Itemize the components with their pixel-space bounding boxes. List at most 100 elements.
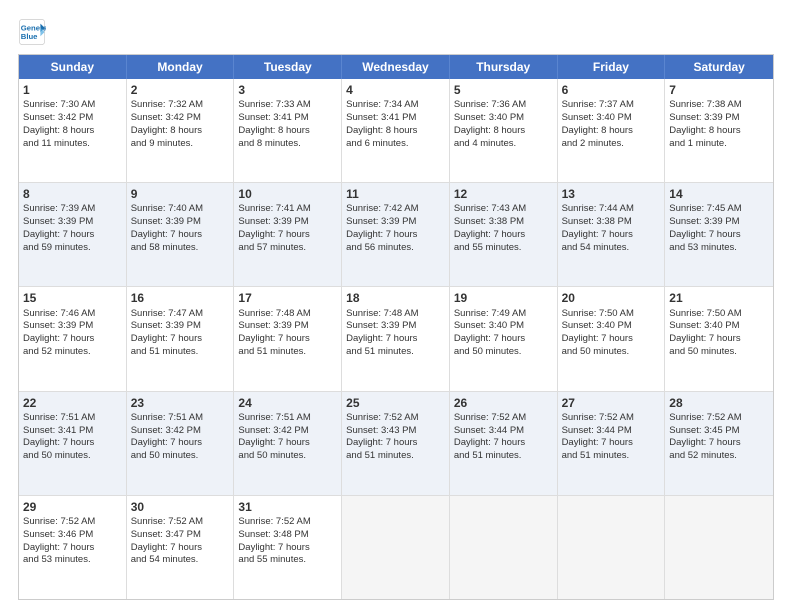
day-info: and 9 minutes.	[131, 138, 230, 151]
cal-week-1: 1Sunrise: 7:30 AMSunset: 3:42 PMDaylight…	[19, 79, 773, 183]
cal-cell: 27Sunrise: 7:52 AMSunset: 3:44 PMDayligh…	[558, 392, 666, 495]
cal-cell: 22Sunrise: 7:51 AMSunset: 3:41 PMDayligh…	[19, 392, 127, 495]
day-info: Sunrise: 7:48 AM	[238, 308, 337, 321]
cal-cell: 29Sunrise: 7:52 AMSunset: 3:46 PMDayligh…	[19, 496, 127, 599]
header: General Blue	[18, 18, 774, 46]
day-info: and 50 minutes.	[23, 450, 122, 463]
day-info: Sunrise: 7:52 AM	[669, 412, 769, 425]
day-number: 7	[669, 82, 769, 98]
day-info: and 58 minutes.	[131, 242, 230, 255]
calendar: SundayMondayTuesdayWednesdayThursdayFrid…	[18, 54, 774, 600]
day-info: Daylight: 8 hours	[238, 125, 337, 138]
day-info: Daylight: 7 hours	[23, 229, 122, 242]
cal-cell: 16Sunrise: 7:47 AMSunset: 3:39 PMDayligh…	[127, 287, 235, 390]
day-info: and 50 minutes.	[562, 346, 661, 359]
day-info: Daylight: 8 hours	[23, 125, 122, 138]
cal-cell: 17Sunrise: 7:48 AMSunset: 3:39 PMDayligh…	[234, 287, 342, 390]
day-info: Sunrise: 7:33 AM	[238, 99, 337, 112]
day-info: and 51 minutes.	[346, 346, 445, 359]
day-info: Sunrise: 7:43 AM	[454, 203, 553, 216]
day-info: Sunrise: 7:50 AM	[669, 308, 769, 321]
day-info: Sunrise: 7:52 AM	[454, 412, 553, 425]
day-number: 20	[562, 290, 661, 306]
day-info: Sunset: 3:39 PM	[131, 320, 230, 333]
day-info: Sunset: 3:39 PM	[131, 216, 230, 229]
cal-cell: 7Sunrise: 7:38 AMSunset: 3:39 PMDaylight…	[665, 79, 773, 182]
day-info: Sunrise: 7:45 AM	[669, 203, 769, 216]
cal-cell	[558, 496, 666, 599]
day-info: Sunset: 3:40 PM	[454, 112, 553, 125]
cal-cell: 1Sunrise: 7:30 AMSunset: 3:42 PMDaylight…	[19, 79, 127, 182]
cal-cell: 14Sunrise: 7:45 AMSunset: 3:39 PMDayligh…	[665, 183, 773, 286]
cal-cell: 9Sunrise: 7:40 AMSunset: 3:39 PMDaylight…	[127, 183, 235, 286]
logo-icon: General Blue	[18, 18, 46, 46]
day-info: Sunset: 3:39 PM	[346, 320, 445, 333]
cal-week-2: 8Sunrise: 7:39 AMSunset: 3:39 PMDaylight…	[19, 183, 773, 287]
day-info: Sunrise: 7:47 AM	[131, 308, 230, 321]
day-info: and 50 minutes.	[669, 346, 769, 359]
day-info: Sunrise: 7:34 AM	[346, 99, 445, 112]
day-info: Sunset: 3:46 PM	[23, 529, 122, 542]
day-info: Sunrise: 7:51 AM	[131, 412, 230, 425]
day-info: Sunset: 3:41 PM	[238, 112, 337, 125]
day-info: and 54 minutes.	[131, 554, 230, 567]
day-info: Daylight: 7 hours	[669, 437, 769, 450]
day-number: 15	[23, 290, 122, 306]
day-info: Daylight: 7 hours	[346, 229, 445, 242]
day-number: 5	[454, 82, 553, 98]
day-info: Daylight: 8 hours	[454, 125, 553, 138]
day-info: Sunrise: 7:36 AM	[454, 99, 553, 112]
day-info: Sunrise: 7:51 AM	[23, 412, 122, 425]
day-number: 3	[238, 82, 337, 98]
day-info: Daylight: 7 hours	[238, 542, 337, 555]
day-number: 23	[131, 395, 230, 411]
day-info: Sunrise: 7:52 AM	[562, 412, 661, 425]
day-info: and 51 minutes.	[346, 450, 445, 463]
day-number: 27	[562, 395, 661, 411]
day-info: Daylight: 8 hours	[669, 125, 769, 138]
day-info: and 2 minutes.	[562, 138, 661, 151]
cal-header-wednesday: Wednesday	[342, 55, 450, 79]
day-info: Sunset: 3:39 PM	[23, 216, 122, 229]
cal-header-tuesday: Tuesday	[234, 55, 342, 79]
day-info: and 56 minutes.	[346, 242, 445, 255]
day-number: 2	[131, 82, 230, 98]
day-info: Sunrise: 7:44 AM	[562, 203, 661, 216]
day-info: Sunset: 3:42 PM	[131, 425, 230, 438]
cal-cell: 15Sunrise: 7:46 AMSunset: 3:39 PMDayligh…	[19, 287, 127, 390]
day-info: Daylight: 7 hours	[454, 333, 553, 346]
day-info: Sunrise: 7:51 AM	[238, 412, 337, 425]
day-info: and 6 minutes.	[346, 138, 445, 151]
day-info: Daylight: 7 hours	[562, 229, 661, 242]
day-info: Sunset: 3:48 PM	[238, 529, 337, 542]
day-number: 26	[454, 395, 553, 411]
cal-cell: 8Sunrise: 7:39 AMSunset: 3:39 PMDaylight…	[19, 183, 127, 286]
cal-cell: 18Sunrise: 7:48 AMSunset: 3:39 PMDayligh…	[342, 287, 450, 390]
day-info: Sunset: 3:40 PM	[669, 320, 769, 333]
day-number: 21	[669, 290, 769, 306]
cal-cell: 2Sunrise: 7:32 AMSunset: 3:42 PMDaylight…	[127, 79, 235, 182]
day-info: Sunset: 3:44 PM	[454, 425, 553, 438]
day-info: Sunset: 3:39 PM	[23, 320, 122, 333]
day-info: and 57 minutes.	[238, 242, 337, 255]
day-info: Daylight: 7 hours	[562, 333, 661, 346]
cal-cell: 25Sunrise: 7:52 AMSunset: 3:43 PMDayligh…	[342, 392, 450, 495]
cal-cell: 10Sunrise: 7:41 AMSunset: 3:39 PMDayligh…	[234, 183, 342, 286]
day-info: Daylight: 7 hours	[131, 333, 230, 346]
day-info: Sunrise: 7:48 AM	[346, 308, 445, 321]
day-info: Daylight: 7 hours	[454, 437, 553, 450]
cal-cell: 4Sunrise: 7:34 AMSunset: 3:41 PMDaylight…	[342, 79, 450, 182]
day-info: Daylight: 7 hours	[238, 333, 337, 346]
day-number: 4	[346, 82, 445, 98]
day-info: and 59 minutes.	[23, 242, 122, 255]
day-info: Sunrise: 7:49 AM	[454, 308, 553, 321]
day-number: 28	[669, 395, 769, 411]
cal-header-saturday: Saturday	[665, 55, 773, 79]
day-number: 17	[238, 290, 337, 306]
day-info: Sunset: 3:40 PM	[562, 320, 661, 333]
day-info: Sunrise: 7:52 AM	[23, 516, 122, 529]
cal-header-friday: Friday	[558, 55, 666, 79]
day-info: and 4 minutes.	[454, 138, 553, 151]
day-info: Sunrise: 7:42 AM	[346, 203, 445, 216]
day-info: Daylight: 7 hours	[346, 437, 445, 450]
